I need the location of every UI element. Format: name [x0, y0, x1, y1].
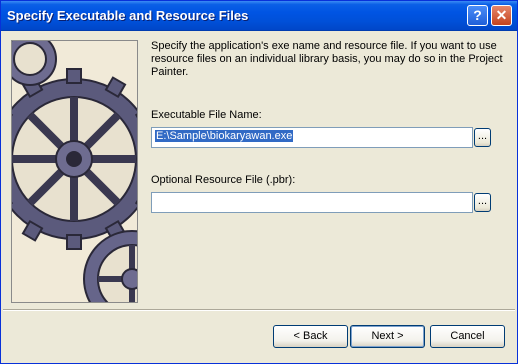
help-button[interactable]: ? [467, 5, 488, 26]
dialog-title: Specify Executable and Resource Files [7, 8, 249, 23]
executable-file-input[interactable]: E:\Sample\biokaryawan.exe [151, 127, 473, 148]
instructions-text: Specify the application's exe name and r… [151, 40, 503, 78]
wizard-dialog: Specify Executable and Resource Files ? … [0, 0, 518, 364]
separator [3, 309, 515, 311]
back-button[interactable]: < Back [273, 325, 348, 348]
gears-illustration [11, 40, 138, 303]
executable-file-label: Executable File Name: [151, 109, 262, 121]
executable-file-value: E:\Sample\biokaryawan.exe [155, 130, 294, 142]
close-button[interactable]: ✕ [491, 5, 512, 26]
next-button[interactable]: Next > [350, 325, 425, 348]
dialog-client-area: Specify the application's exe name and r… [3, 32, 515, 362]
resource-file-label: Optional Resource File (.pbr): [151, 174, 296, 186]
resource-file-input[interactable] [151, 192, 473, 213]
gears-icon [12, 41, 137, 302]
browse-resource-button[interactable]: ... [474, 193, 491, 212]
browse-executable-button[interactable]: ... [474, 128, 491, 147]
cancel-button[interactable]: Cancel [430, 325, 505, 348]
title-bar[interactable]: Specify Executable and Resource Files ? … [1, 1, 517, 31]
